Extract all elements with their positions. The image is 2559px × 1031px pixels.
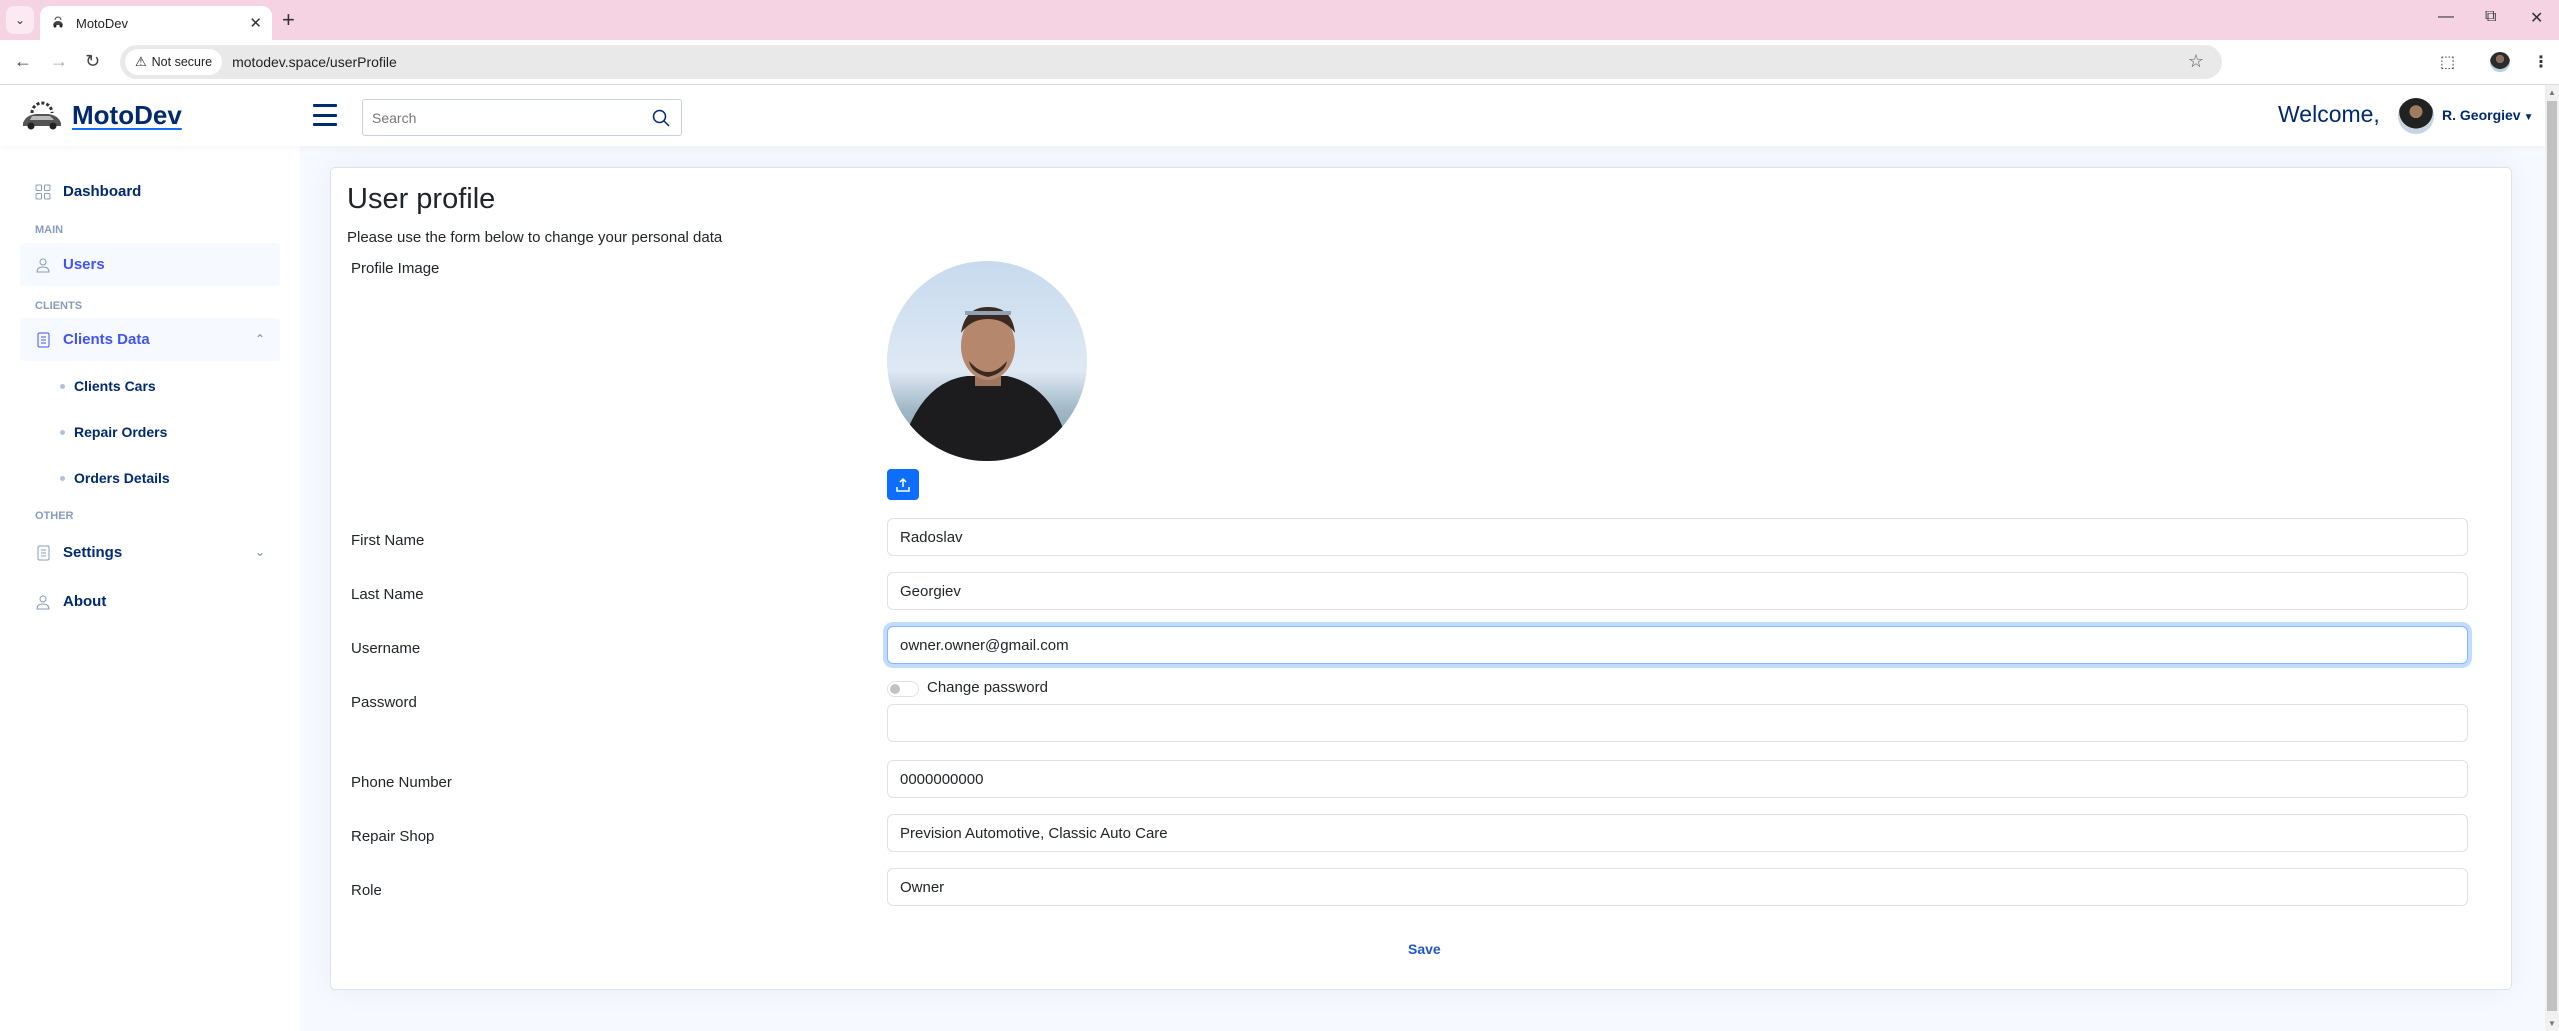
browser-profile-avatar[interactable] [2490, 52, 2510, 72]
username-label: Username [351, 640, 421, 657]
restore-icon[interactable]: ⧉ [2485, 8, 2496, 26]
profile-image-label: Profile Image [351, 260, 440, 277]
scroll-down-icon[interactable]: ▼ [2548, 1019, 2556, 1028]
username-input[interactable] [887, 626, 2468, 664]
last-name-input[interactable] [887, 572, 2468, 610]
minimize-icon[interactable]: — [2438, 8, 2454, 26]
forward-icon[interactable]: → [50, 51, 68, 71]
page-title: User profile [347, 183, 496, 215]
user-menu-dropdown[interactable]: R. Georgiev ▼ [2442, 107, 2534, 123]
reload-icon[interactable]: ↻ [85, 51, 100, 71]
browser-tab-bar: ⌄ MotoDev ✕ + — ⧉ ✕ [0, 0, 2559, 40]
role-input[interactable] [887, 868, 2468, 906]
sidebar-sublabel: Clients Cars [74, 378, 156, 394]
sidebar-heading-other: OTHER [35, 510, 74, 522]
sidebar-label-users: Users [63, 256, 105, 273]
repair-shop-label: Repair Shop [351, 828, 435, 845]
logo-text: MotoDev [72, 100, 182, 130]
sidebar-heading-main: MAIN [35, 224, 64, 236]
sidebar-item-users[interactable]: Users [20, 243, 280, 286]
sidebar-item-about[interactable]: About [20, 580, 280, 623]
journal-icon [37, 545, 50, 560]
sidebar-label-about: About [63, 593, 107, 610]
bullet-icon [60, 383, 65, 389]
warning-icon: ⚠ [135, 54, 147, 69]
scroll-up-icon[interactable]: ▲ [2548, 88, 2556, 97]
sidebar-item-dashboard[interactable]: Dashboard [20, 170, 280, 213]
menu-toggle-icon[interactable] [313, 104, 337, 126]
sidebar-subitem-orders-details[interactable]: Orders Details [60, 470, 170, 486]
page-subtitle: Please use the form below to change your… [347, 229, 723, 246]
change-password-toggle[interactable] [887, 681, 919, 697]
user-profile-card: User profile Please use the form below t… [330, 167, 2512, 990]
upload-icon [896, 477, 910, 492]
security-chip[interactable]: ⚠ Not secure [125, 49, 223, 75]
car-gear-logo-icon [23, 101, 61, 129]
upload-image-button[interactable] [887, 469, 919, 500]
user-name: R. Georgiev [2442, 107, 2521, 123]
profile-image [887, 261, 1087, 461]
bullet-icon [60, 475, 65, 481]
sidebar-subitem-clients-cars[interactable]: Clients Cars [60, 378, 156, 394]
journal-icon [37, 332, 50, 347]
bookmark-star-icon[interactable]: ☆ [2188, 51, 2204, 72]
main-content: User profile Please use the form below t… [300, 146, 2545, 1031]
close-tab-icon[interactable]: ✕ [249, 14, 262, 32]
sidebar-sublabel: Repair Orders [74, 424, 168, 440]
sidebar-heading-clients: CLIENTS [35, 300, 83, 312]
profile-photo [907, 307, 1067, 461]
first-name-label: First Name [351, 532, 425, 549]
back-icon[interactable]: ← [14, 51, 32, 71]
address-bar-row: ← → ↻ ⚠ Not secure motodev.space/userPro… [0, 40, 2559, 85]
save-button[interactable]: Save [1408, 941, 1441, 957]
more-menu-icon[interactable]: ⋮ [2533, 52, 2549, 72]
repair-shop-input[interactable] [887, 814, 2468, 852]
phone-number-label: Phone Number [351, 774, 452, 791]
omnibox[interactable]: ⚠ Not secure motodev.space/userProfile ☆ [120, 45, 2222, 79]
password-input[interactable] [887, 704, 2468, 742]
grid-icon [35, 184, 51, 199]
chevron-down-icon: ⌄ [14, 13, 26, 27]
sidebar-sublabel: Orders Details [74, 470, 170, 486]
sidebar-subitem-repair-orders[interactable]: Repair Orders [60, 424, 167, 440]
page-scrollbar[interactable]: ▲ ▼ [2545, 85, 2559, 1031]
search-box [362, 99, 682, 136]
sidebar: Dashboard MAIN Users CLIENTS Clients Dat… [0, 146, 300, 1031]
new-tab-button[interactable]: + [282, 8, 295, 32]
tab-search-button[interactable]: ⌄ [6, 6, 34, 34]
password-label: Password [351, 694, 417, 711]
chevron-up-icon: ⌃ [254, 332, 265, 346]
search-input[interactable] [363, 109, 651, 126]
browser-tab[interactable]: MotoDev ✕ [40, 6, 272, 40]
role-label: Role [351, 882, 382, 899]
url-text[interactable]: motodev.space/userProfile [232, 54, 397, 70]
caret-down-icon: ▼ [2523, 112, 2534, 123]
welcome-text: Welcome, [2278, 101, 2380, 127]
sidebar-item-settings[interactable]: Settings ⌄ [20, 531, 280, 574]
close-window-icon[interactable]: ✕ [2530, 8, 2543, 28]
app-header: MotoDev Welcome, R. Georgiev▼ [0, 85, 2545, 146]
chevron-down-icon: ⌄ [254, 545, 265, 559]
tab-title: MotoDev [76, 15, 129, 31]
change-password-label: Change password [927, 679, 1048, 696]
sidebar-label-dashboard: Dashboard [63, 183, 142, 200]
user-avatar[interactable] [2398, 98, 2434, 134]
search-icon[interactable] [651, 108, 671, 128]
person-icon [36, 595, 50, 609]
security-label: Not secure [151, 55, 213, 69]
scroll-thumb[interactable] [2547, 101, 2557, 1011]
phone-number-input[interactable] [887, 760, 2468, 798]
motodev-favicon-icon [53, 16, 63, 28]
last-name-label: Last Name [351, 586, 424, 603]
person-icon [36, 258, 50, 272]
sidebar-label-clients-data: Clients Data [63, 331, 150, 348]
extensions-icon[interactable]: ⬚ [2440, 52, 2455, 72]
bullet-icon [60, 429, 65, 435]
sidebar-label-settings: Settings [63, 544, 123, 561]
sidebar-item-clients-data[interactable]: Clients Data ⌃ [20, 318, 280, 361]
first-name-input[interactable] [887, 518, 2468, 556]
logo[interactable]: MotoDev [20, 100, 182, 131]
